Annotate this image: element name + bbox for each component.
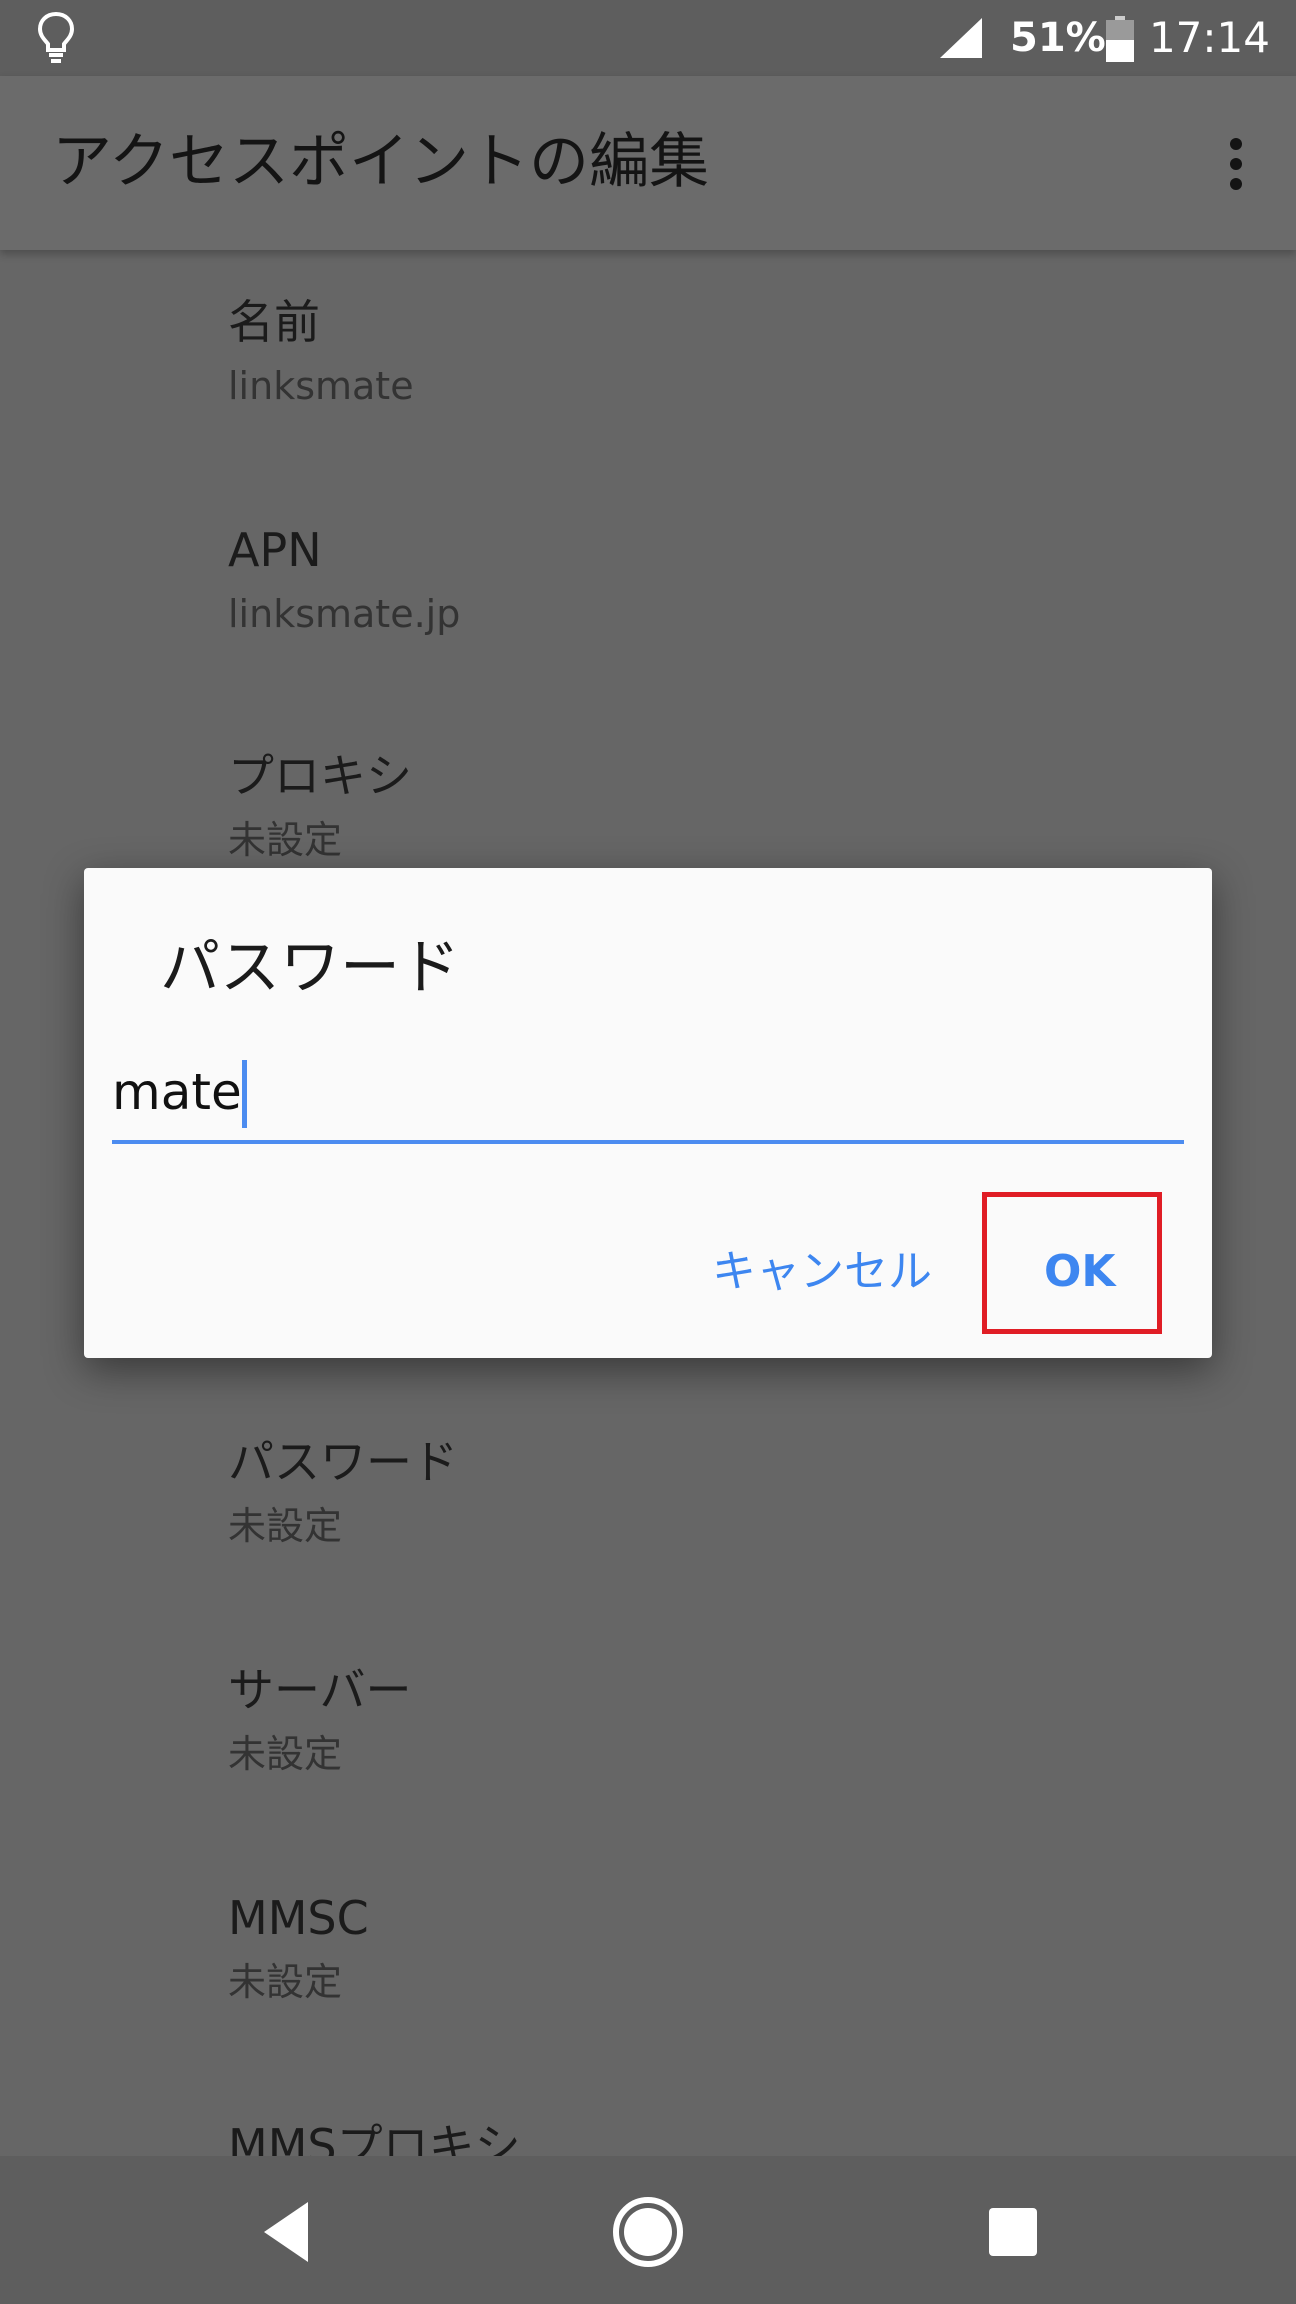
app-bar: アクセスポイントの編集 — [0, 76, 1296, 250]
navigation-bar — [0, 2156, 1296, 2304]
setting-row-mmsc[interactable]: MMSC 未設定 — [228, 1888, 369, 2008]
battery-percent: 51% — [1010, 15, 1106, 61]
page-title: アクセスポイントの編集 — [52, 127, 709, 197]
setting-value: 未設定 — [228, 818, 343, 862]
ok-highlight-box — [982, 1192, 1162, 1334]
setting-label: サーバー — [228, 1663, 412, 1717]
password-field — [112, 1052, 1184, 1144]
setting-value: linksmate — [228, 364, 414, 408]
setting-value: 未設定 — [228, 1732, 343, 1776]
battery-icon — [1106, 16, 1134, 62]
setting-row-apn[interactable]: APN linksmate.jp — [228, 520, 460, 640]
more-vert-icon[interactable] — [1206, 134, 1266, 194]
setting-value: linksmate.jp — [228, 592, 461, 636]
setting-value: 未設定 — [228, 1960, 343, 2004]
setting-label: パスワード — [228, 1435, 458, 1489]
setting-row-password[interactable]: パスワード 未設定 — [228, 1432, 458, 1552]
setting-row-server[interactable]: サーバー 未設定 — [228, 1660, 412, 1780]
lightbulb-icon — [37, 11, 75, 63]
setting-label: プロキシ — [228, 749, 412, 803]
home-icon[interactable] — [610, 2194, 686, 2270]
clock: 17:14 — [1148, 13, 1270, 62]
setting-row-proxy[interactable]: プロキシ 未設定 — [228, 746, 412, 866]
signal-icon — [940, 18, 982, 58]
setting-label: APN — [228, 523, 322, 577]
setting-label: 名前 — [228, 295, 320, 349]
back-icon[interactable] — [254, 2194, 330, 2270]
setting-row-name[interactable]: 名前 linksmate — [228, 292, 414, 412]
dialog-title: パスワード — [160, 933, 460, 1003]
status-bar: 51% 17:14 — [0, 0, 1296, 76]
setting-label: MMSC — [228, 1891, 369, 1945]
text-cursor — [242, 1060, 247, 1128]
setting-value: 未設定 — [228, 1504, 343, 1548]
password-input[interactable] — [112, 1052, 1184, 1132]
recents-icon[interactable] — [975, 2194, 1051, 2270]
cancel-button[interactable]: キャンセル — [712, 1242, 932, 1302]
